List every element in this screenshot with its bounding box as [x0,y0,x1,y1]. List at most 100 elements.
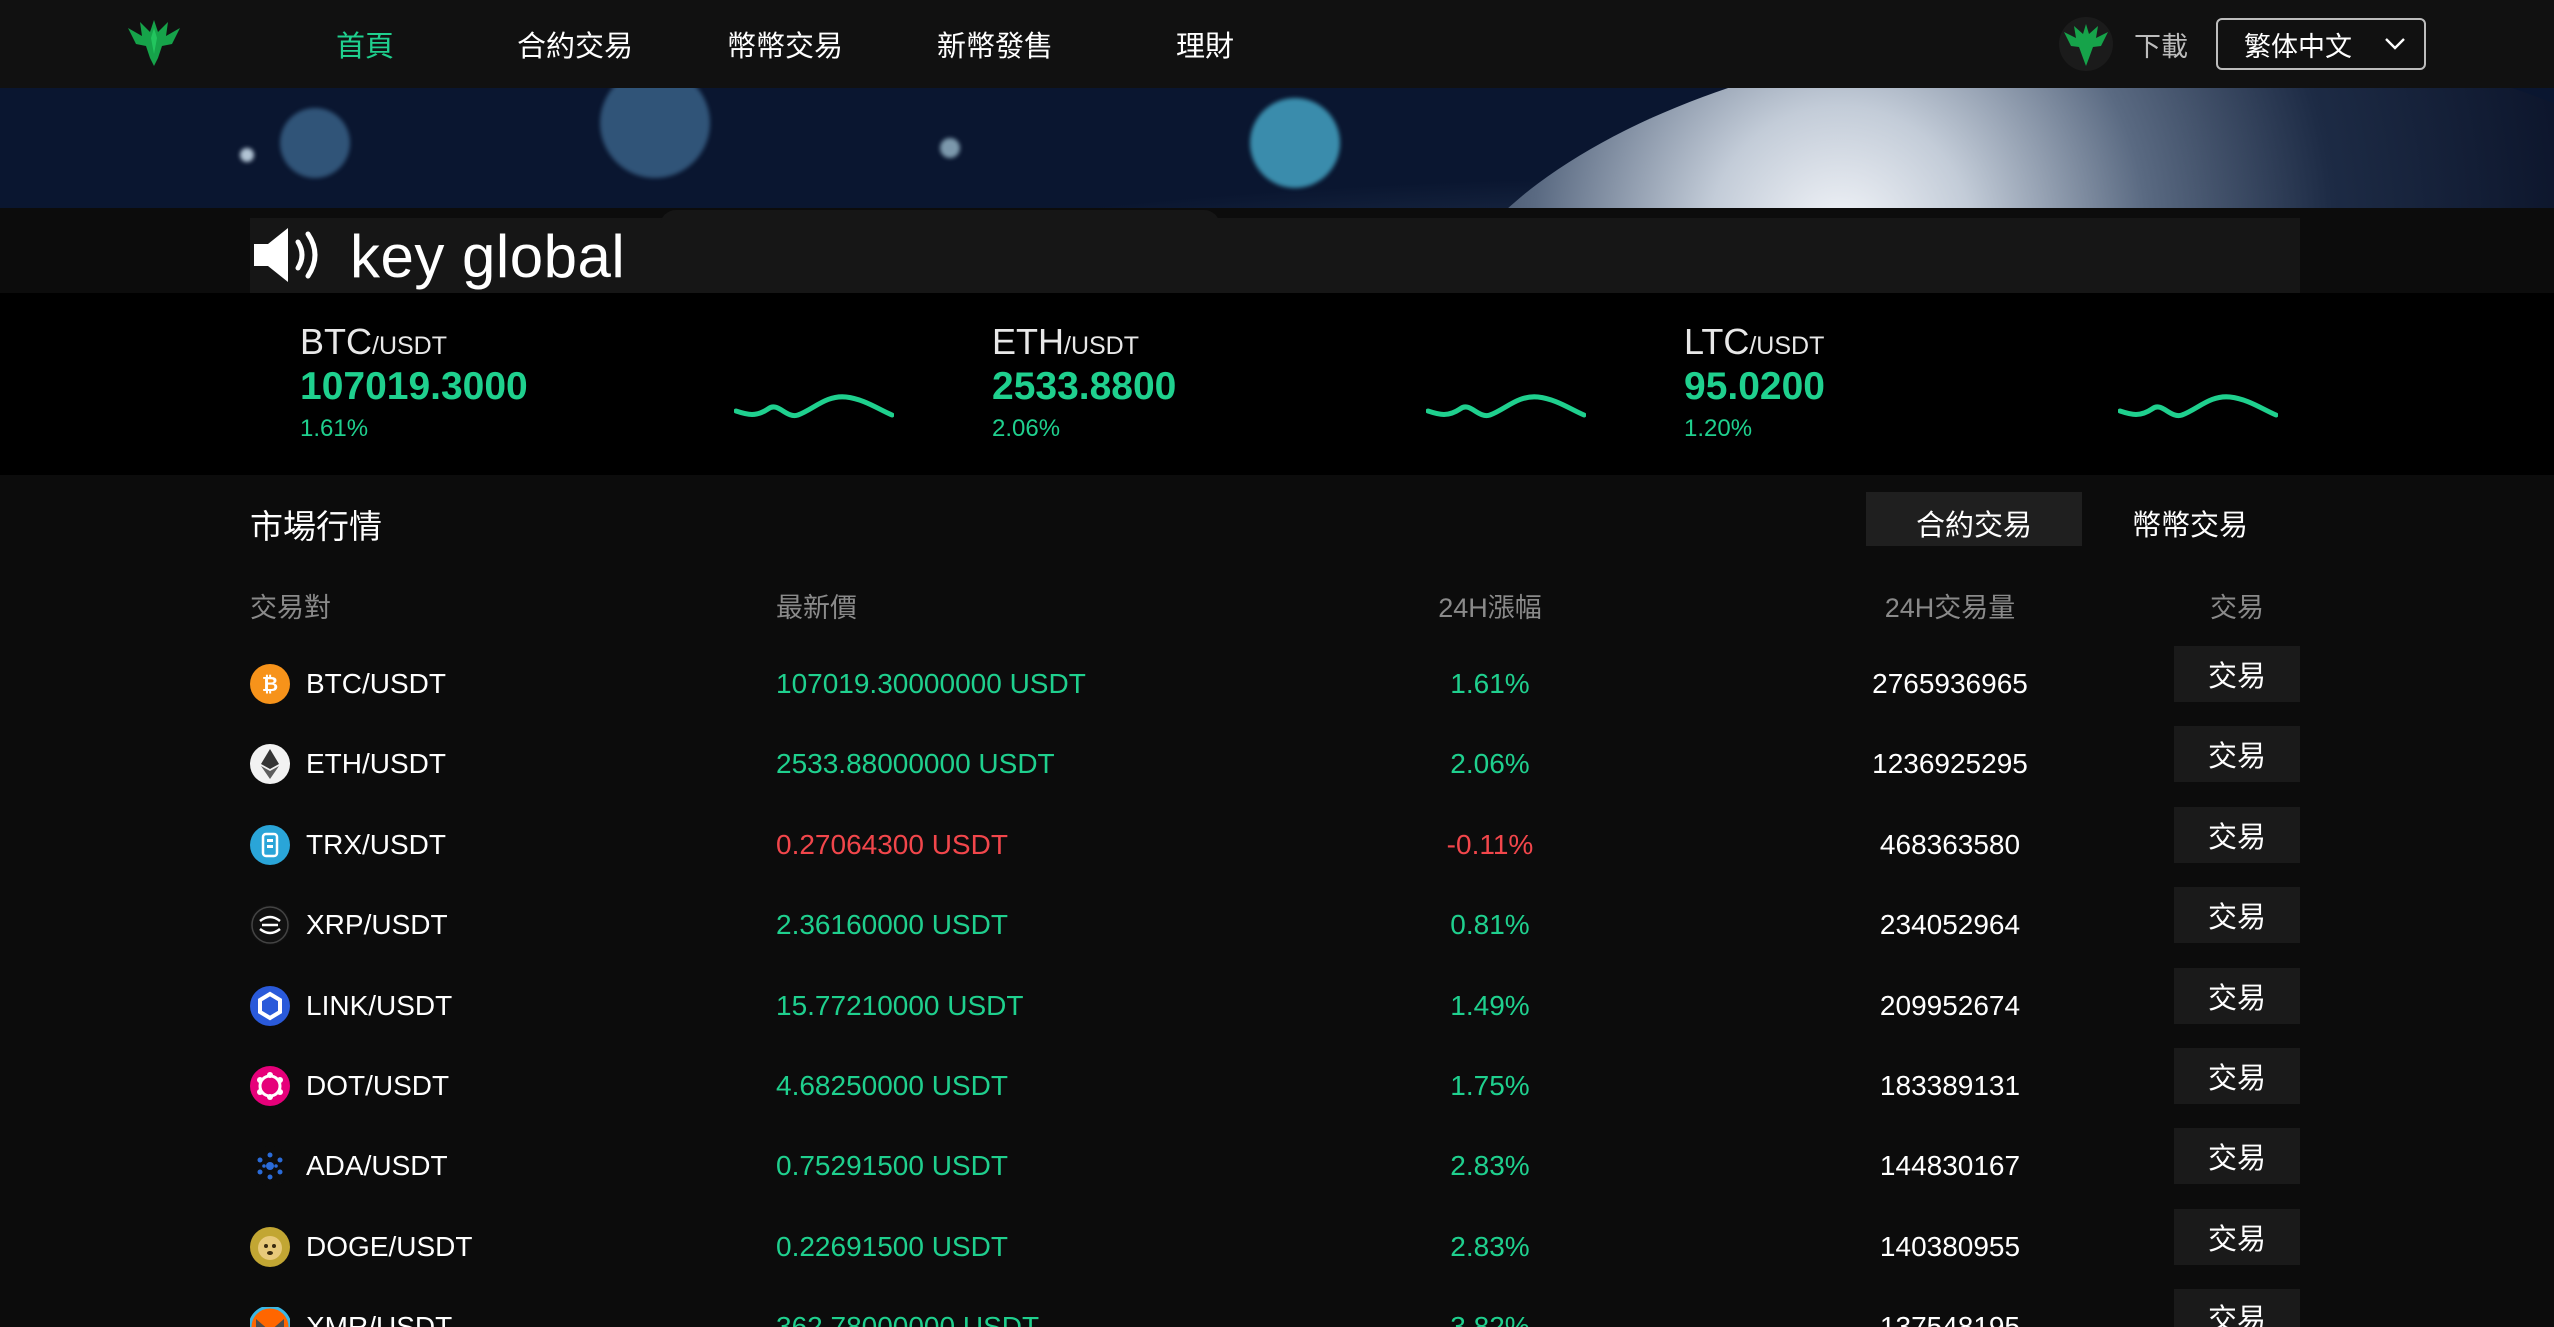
cell-pair[interactable]: XRP/USDT [306,909,448,941]
doge-icon [250,1226,290,1267]
cell-pair[interactable]: DOGE/USDT [306,1231,472,1263]
cell-pair[interactable]: TRX/USDT [306,829,446,861]
tab-contract[interactable]: 合約交易 [1866,492,2082,546]
cell-price: 15.77210000 USDT [776,989,1024,1021]
cell-volume: 1236925295 [1872,748,2028,780]
table-row[interactable]: ADA/USDT 0.75291500 USDT 2.83% 144830167 交易 [250,1128,2300,1208]
trade-button[interactable]: 交易 [2174,1208,2300,1265]
ticker-price: 95.0200 [1684,365,1825,408]
cell-price: 107019.30000000 USDT [776,668,1086,699]
cell-price: 2533.88000000 USDT [776,748,1055,780]
phoenix-avatar-icon[interactable] [2056,16,2116,72]
cell-pair[interactable]: DOT/USDT [306,1070,449,1102]
sparkline-chart [734,394,894,419]
cell-price: 0.22691500 USDT [776,1230,1008,1262]
cell-volume: 140380955 [1879,1230,2021,1262]
phoenix-logo-icon[interactable] [124,14,184,70]
svg-text:₿: ₿ [262,674,278,696]
cell-price: 0.75291500 USDT [776,1150,1008,1182]
banner-bokeh [240,148,254,162]
cell-volume: 137548195 [1879,1311,2021,1327]
cell-volume: 144830167 [1879,1150,2021,1182]
ticker-pair: LTC/USDT [1684,321,1825,362]
table-row[interactable]: TRX/USDT 0.27064300 USDT -0.11% 468363580 交易 [250,806,2300,887]
nav-home[interactable]: 首頁 [260,23,470,65]
trade-button[interactable]: 交易 [2174,967,2300,1024]
cell-price: 4.68250000 USDT [776,1070,1008,1101]
cell-change: 1.49% [1450,989,1530,1021]
table-row[interactable]: DOT/USDT 4.68250000 USDT 1.75% 183389131 交易 [250,1048,2300,1128]
cell-change: 2.83% [1450,1230,1530,1262]
ticker-change: 2.06% [992,415,1061,442]
cell-change: -0.11% [1446,828,1534,860]
cell-volume: 468363580 [1879,828,2021,860]
cell-price: 0.27064300 USDT [776,828,1008,860]
trade-button[interactable]: 交易 [2174,726,2300,783]
ticker-pair: BTC/USDT [300,321,447,362]
nav-new-listing[interactable]: 新幣發售 [890,23,1100,65]
xmr-icon [250,1307,290,1327]
banner-planet-image [1420,88,2554,218]
ticker-change: 1.61% [300,415,369,442]
table-row[interactable]: XMR/USDT 362.78000000 USDT 3.82% 137548195 交… [250,1289,2300,1327]
banner-bokeh [280,108,350,178]
download-link[interactable]: 下載 [2134,25,2188,64]
trade-button[interactable]: 交易 [2174,1289,2300,1327]
cell-change: 1.75% [1450,1070,1530,1101]
trade-button[interactable]: 交易 [2174,887,2300,944]
trx-icon [250,824,290,865]
market-title: 市場行情 [250,508,382,545]
cell-change: 0.81% [1450,909,1530,941]
banner-bokeh [940,138,960,158]
eth-icon [250,744,290,785]
ticker-pair: ETH/USDT [992,321,1139,362]
trade-button[interactable]: 交易 [2174,646,2300,702]
banner-bokeh [1250,98,1340,188]
table-row[interactable]: DOGE/USDT 0.22691500 USDT 2.83% 140380955 交易 [250,1208,2300,1289]
top-navbar: 首頁 合約交易 幣幣交易 新幣發售 理財 下載 繁体中文 [0,0,2554,88]
cell-price: 362.78000000 USDT [776,1311,1040,1327]
banner-edge [0,208,2554,218]
table-row[interactable]: LINK/USDT 15.77210000 USDT 1.49% 209952674 交… [250,967,2300,1048]
cell-pair[interactable]: LINK/USDT [306,990,452,1022]
cell-pair[interactable]: BTC/USDT [306,668,446,700]
trade-button[interactable]: 交易 [2174,1128,2300,1185]
column-header-volume: 24H交易量 [1884,593,2016,623]
table-row[interactable]: ETH/USDT 2533.88000000 USDT 2.06% 123692529… [250,726,2300,806]
market-tabs: 合約交易 幣幣交易 [1866,492,2298,546]
language-select[interactable]: 繁体中文 [2216,18,2426,70]
trade-button[interactable]: 交易 [2174,1048,2300,1104]
ticker-change: 1.20% [1684,415,1753,442]
cell-pair[interactable]: XMR/USDT [306,1311,452,1327]
btc-icon: ₿ [250,664,290,704]
cell-change: 2.83% [1450,1150,1530,1182]
language-value: 繁体中文 [2244,31,2352,62]
nav-finance[interactable]: 理財 [1100,23,1310,65]
tab-spot[interactable]: 幣幣交易 [2082,492,2298,546]
cell-pair[interactable]: ADA/USDT [306,1150,448,1182]
ticker-card-btc[interactable]: BTC/USDT 107019.3000 1.61% [250,293,894,475]
announcement-text[interactable]: key global [350,222,625,291]
ticker-card-eth[interactable]: ETH/USDT 2533.8800 2.06% [942,293,1586,475]
column-header-price: 最新價 [776,593,857,623]
nav-spot-trading[interactable]: 幣幣交易 [680,23,890,65]
ada-icon [250,1146,290,1187]
column-header-pair: 交易對 [250,593,331,623]
trade-button[interactable]: 交易 [2174,806,2300,863]
nav-contract-trading[interactable]: 合約交易 [470,23,680,65]
cell-change: 1.61% [1450,668,1530,699]
ticker-price: 107019.3000 [300,365,528,408]
xrp-icon [250,905,290,946]
hero-banner[interactable] [0,88,2554,218]
sparkline-chart [2118,394,2278,419]
dot-icon [250,1066,290,1106]
cell-change: 2.06% [1450,748,1530,780]
table-row[interactable]: XRP/USDT 2.36160000 USDT 0.81% 234052964 交易 [250,887,2300,967]
top-right-actions: 下載 繁体中文 [2056,0,2426,88]
cell-pair[interactable]: ETH/USDT [306,748,446,780]
cell-volume: 2765936965 [1872,668,2028,699]
ticker-card-ltc[interactable]: LTC/USDT 95.0200 1.20% [1634,293,2278,475]
speaker-icon [254,228,318,282]
table-row[interactable]: ₿ BTC/USDT 107019.30000000 USDT 1.61% 276593… [250,646,2300,726]
main-nav: 首頁 合約交易 幣幣交易 新幣發售 理財 [260,0,1310,88]
